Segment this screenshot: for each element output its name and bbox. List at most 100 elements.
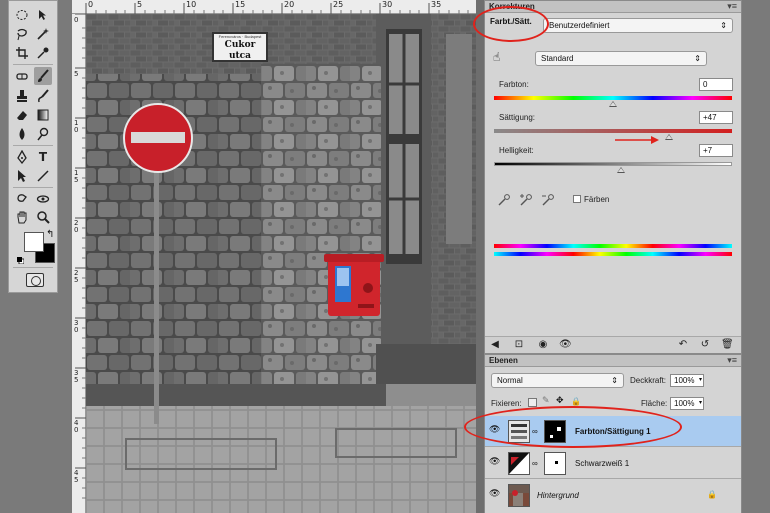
target-adjust-hand-icon[interactable]: ☝: [493, 50, 509, 66]
layer-row-background[interactable]: 👁 Hintergrund 🔒: [485, 480, 741, 513]
layer-name[interactable]: Schwarzweiß 1: [575, 459, 629, 468]
fill-value: 100%: [674, 399, 695, 408]
panel-menu-icon[interactable]: ▾≡: [727, 1, 737, 12]
preset-select[interactable]: Benutzerdefiniert ⇕: [543, 18, 733, 33]
adjustment-layer-thumbnail: [508, 452, 530, 475]
photo-image: [86, 14, 476, 513]
path-selection-tool-icon[interactable]: [13, 167, 31, 185]
previous-state-icon[interactable]: ↶: [677, 339, 689, 351]
ruler-horizontal: 0 5 10 15 20 25 30 35: [72, 0, 476, 14]
reset-icon[interactable]: ↺: [699, 339, 711, 351]
lock-position-icon[interactable]: ✥: [556, 396, 564, 406]
opacity-value: 100%: [674, 376, 695, 385]
lock-transparency-icon[interactable]: [528, 398, 537, 407]
eraser-tool-icon[interactable]: [13, 106, 31, 124]
healing-brush-tool-icon[interactable]: [13, 67, 31, 85]
saturation-slider-thumb[interactable]: [664, 134, 673, 140]
eyedropper-icon[interactable]: [497, 193, 511, 207]
adjustments-footer: ◀ ⊡ ◉ 👁 ↶ ↺ 🗑: [485, 336, 741, 353]
chevron-updown-icon: ⇕: [611, 376, 618, 385]
background-layer-thumbnail: [508, 484, 530, 507]
ruler-label: 15: [235, 0, 246, 9]
eyedropper-plus-icon[interactable]: [519, 193, 533, 207]
eye-icon[interactable]: 👁: [489, 489, 501, 501]
hue-slider-thumb[interactable]: [609, 101, 617, 107]
zoom-tool-icon[interactable]: [34, 208, 52, 226]
ruler-label: 1 0: [74, 119, 79, 134]
ruler-label: 0: [74, 16, 79, 24]
street-sign-name: Cukor utca: [224, 40, 256, 61]
eyedropper-minus-icon[interactable]: [541, 193, 555, 207]
tools-panel: T ↰: [8, 0, 58, 293]
ruler-label: 1 5: [74, 169, 79, 184]
opacity-label: Deckkraft:: [630, 376, 667, 385]
fill-field[interactable]: 100% ▾: [670, 397, 704, 410]
quick-mask-icon[interactable]: [26, 273, 44, 287]
opacity-field[interactable]: 100% ▾: [670, 374, 704, 387]
move-tool-icon[interactable]: [34, 6, 52, 24]
blur-tool-icon[interactable]: [13, 125, 31, 143]
hue-label: Farbton:: [499, 80, 529, 89]
document-canvas[interactable]: Ferencváros · Budapest Cukor utca: [86, 14, 476, 513]
layers-tab[interactable]: Ebenen: [489, 356, 518, 365]
saturation-label: Sättigung:: [499, 113, 536, 122]
clone-stamp-tool-icon[interactable]: [13, 87, 31, 105]
hand-tool-icon[interactable]: [13, 208, 31, 226]
blend-mode-select[interactable]: Normal ⇕: [491, 373, 624, 388]
panel-menu-icon[interactable]: ▾≡: [727, 355, 737, 366]
ruler-label: 2 0: [74, 219, 79, 234]
layer-mask-thumbnail[interactable]: [544, 452, 566, 475]
saturation-field[interactable]: +47: [699, 111, 733, 124]
lightness-slider-thumb[interactable]: [617, 167, 626, 173]
marquee-tool-icon[interactable]: [13, 6, 31, 24]
back-arrow-icon[interactable]: ◀: [489, 339, 501, 351]
lock-all-icon[interactable]: 🔒: [571, 397, 581, 406]
annotation-circle-layer: [464, 406, 682, 448]
chevron-updown-icon: ⇕: [694, 54, 701, 63]
expand-view-icon[interactable]: ⊡: [513, 339, 525, 351]
3d-orbit-tool-icon[interactable]: [34, 190, 52, 208]
ruler-label: 20: [284, 0, 295, 9]
pen-tool-icon[interactable]: [13, 148, 31, 166]
chevron-down-icon: ▾: [698, 377, 702, 383]
trash-icon[interactable]: 🗑: [721, 339, 734, 351]
preset-select-value: Benutzerdefiniert: [549, 21, 610, 30]
layer-name[interactable]: Hintergrund: [537, 491, 579, 500]
magic-wand-tool-icon[interactable]: [34, 25, 52, 43]
type-tool-icon[interactable]: T: [34, 148, 52, 166]
eyedropper-tool-icon[interactable]: [34, 44, 52, 62]
range-select[interactable]: Standard ⇕: [535, 51, 707, 66]
ruler-label: 3 0: [74, 319, 79, 334]
gradient-tool-icon[interactable]: [34, 106, 52, 124]
colorize-label: Färben: [584, 195, 610, 204]
range-select-value: Standard: [541, 54, 574, 63]
blend-mode-value: Normal: [497, 376, 523, 385]
fill-label: Fläche:: [641, 399, 668, 408]
link-icon[interactable]: ∞: [532, 459, 538, 468]
street-sign: Ferencváros · Budapest Cukor utca: [212, 32, 268, 62]
visibility-eye-icon[interactable]: 👁: [559, 339, 572, 351]
hue-field[interactable]: 0: [699, 78, 733, 91]
annotation-arrow-icon: [615, 136, 659, 144]
lightness-slider-track[interactable]: [494, 162, 732, 166]
swap-colors-icon[interactable]: ↰: [46, 229, 54, 240]
eye-icon[interactable]: 👁: [489, 457, 501, 469]
lock-pixels-icon[interactable]: ✎: [542, 396, 550, 406]
foreground-color-swatch[interactable]: [24, 232, 44, 252]
brush-tool-icon[interactable]: [34, 67, 52, 85]
hue-slider-track[interactable]: [494, 96, 732, 100]
colorize-checkbox[interactable]: [573, 195, 581, 203]
lasso-tool-icon[interactable]: [13, 25, 31, 43]
lightness-field[interactable]: +7: [699, 144, 733, 157]
3d-rotate-tool-icon[interactable]: [13, 190, 31, 208]
saturation-slider-track[interactable]: [494, 129, 732, 133]
ruler-label: 2 5: [74, 269, 79, 284]
crop-tool-icon[interactable]: [13, 44, 31, 62]
default-colors-icon[interactable]: [17, 256, 25, 265]
history-brush-tool-icon[interactable]: [34, 87, 52, 105]
lightness-label: Helligkeit:: [499, 146, 534, 155]
clip-to-layer-icon[interactable]: ◉: [537, 339, 549, 351]
line-tool-icon[interactable]: [34, 167, 52, 185]
dodge-tool-icon[interactable]: [34, 125, 52, 143]
layer-row-black-white[interactable]: 👁 ∞ Schwarzweiß 1: [485, 448, 741, 479]
